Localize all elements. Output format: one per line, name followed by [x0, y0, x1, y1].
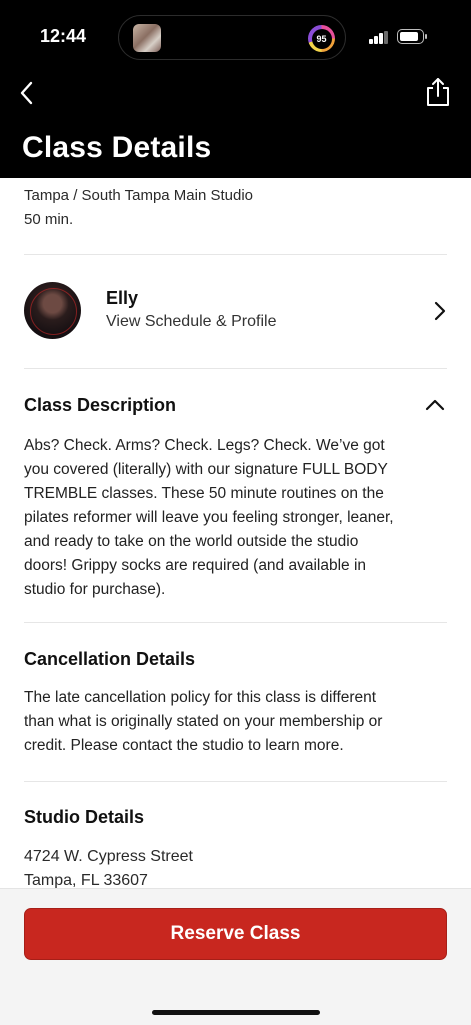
text-line: than what is originally stated on your m…: [24, 713, 383, 730]
class-description-text: Abs? Check. Arms? Check. Legs? Check. We…: [24, 434, 452, 602]
reserve-class-button[interactable]: Reserve Class: [24, 908, 447, 960]
bottom-action-bar: Reserve Class: [0, 888, 471, 1025]
back-button[interactable]: [14, 76, 44, 110]
divider: [24, 254, 447, 255]
studio-details-title: Studio Details: [24, 807, 145, 827]
cellular-signal-icon: [369, 31, 389, 44]
class-location: Tampa / South Tampa Main Studio: [24, 187, 254, 204]
share-button[interactable]: [424, 76, 452, 108]
text-line: you covered (literally) with our signatu…: [24, 461, 388, 478]
instructor-name: Elly: [106, 288, 139, 308]
battery-icon: [397, 29, 427, 44]
text-line: pilates reformer will leave you feeling …: [24, 509, 394, 526]
text-line: Abs? Check. Arms? Check. Legs? Check. We…: [24, 437, 385, 454]
divider: [24, 368, 447, 369]
studio-address-line1: 4724 W. Cypress Street: [24, 848, 193, 865]
divider: [24, 622, 447, 623]
text-line: The late cancellation policy for this cl…: [24, 689, 377, 706]
app-header: 12:44 95 Class Details: [0, 0, 471, 178]
now-playing-thumbnail: [133, 24, 161, 52]
page-title: Class Details: [22, 131, 212, 164]
chevron-right-icon: [434, 301, 446, 321]
class-description-title[interactable]: Class Description: [24, 395, 176, 416]
home-indicator[interactable]: [152, 1010, 320, 1015]
activity-ring-icon: 95: [308, 25, 335, 52]
text-line: doors! Grippy socks are required (and av…: [24, 557, 367, 574]
cancellation-details-text: The late cancellation policy for this cl…: [24, 686, 452, 758]
status-time: 12:44: [40, 26, 87, 46]
view-schedule-profile-link[interactable]: View Schedule & Profile: [106, 313, 276, 331]
text-line: studio for purchase).: [24, 581, 166, 598]
instructor-avatar: [24, 282, 81, 339]
dynamic-island[interactable]: 95: [118, 15, 346, 60]
share-icon: [427, 78, 449, 106]
divider: [24, 781, 447, 782]
activity-ring-value: 95: [311, 28, 332, 49]
text-line: and ready to take on the world outside t…: [24, 533, 359, 550]
text-line: TREMBLE classes. These 50 minute routine…: [24, 485, 384, 502]
chevron-left-icon: [20, 81, 33, 105]
chevron-up-icon[interactable]: [424, 396, 446, 414]
class-duration: 50 min.: [24, 211, 74, 228]
cancellation-details-title: Cancellation Details: [24, 649, 196, 669]
text-line: credit. Please contact the studio to lea…: [24, 737, 344, 754]
